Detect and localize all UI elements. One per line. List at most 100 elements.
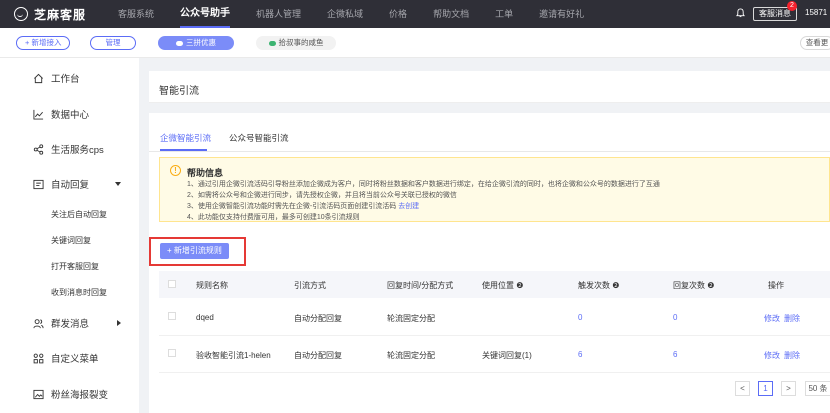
- delete-link[interactable]: 删除: [784, 350, 800, 361]
- trigger-count: 0: [578, 313, 583, 322]
- help-title: 帮助信息: [187, 168, 224, 178]
- table-row: 验收智能引流1-helen 自动分配回复 轮流固定分配 关键词回复(1) 6 6…: [159, 336, 830, 373]
- brand[interactable]: 芝麻客服: [14, 6, 118, 23]
- table-row: dqed 自动分配回复 轮流固定分配 0 0 修改 删除: [159, 299, 830, 336]
- tab-wecom-traffic[interactable]: 企微智能引流: [160, 132, 211, 144]
- column-header: 规则名称: [196, 281, 228, 290]
- reply-time: 轮流固定分配: [387, 351, 435, 360]
- sidebar-item-label: 自动回复: [51, 180, 90, 191]
- account-tab-active[interactable]: 三拼优惠: [158, 36, 234, 50]
- next-page-button[interactable]: >: [781, 381, 796, 396]
- wechat-icon: [176, 40, 183, 46]
- users-icon: [33, 318, 44, 328]
- content-panel: 企微智能引流 公众号智能引流 ! 帮助信息 1、通过引用企微引流活码引导粉丝添加…: [149, 113, 830, 413]
- help-line: 4、此功能仅支持付费版可用，最多可创建10条引流规则: [187, 214, 360, 221]
- sidebar-item-mass-message[interactable]: 群发消息: [0, 313, 139, 333]
- reply-count: 0: [673, 313, 678, 322]
- nav-item-robot[interactable]: 机器人管理: [256, 0, 301, 28]
- page-size-select[interactable]: 50 条: [805, 381, 830, 396]
- view-more-button[interactable]: 查看更: [800, 36, 830, 50]
- sidebar-subitem-keyword-reply[interactable]: 关键词回复: [0, 230, 139, 250]
- tab-official-account-traffic[interactable]: 公众号智能引流: [229, 132, 289, 144]
- page-1-button[interactable]: 1: [758, 381, 773, 396]
- sidebar-item-label: 自定义菜单: [51, 354, 99, 365]
- chevron-down-icon: [115, 182, 121, 186]
- message-count-badge: 2: [787, 1, 797, 11]
- sidebar-item-fan-poster[interactable]: 粉丝海报裂变: [0, 384, 139, 404]
- logo-icon: [14, 7, 28, 21]
- wechat-icon: [268, 40, 276, 46]
- account-name: 三拼优惠: [186, 38, 216, 47]
- image-icon: [33, 389, 44, 399]
- add-rule-button[interactable]: + 新增引流规则: [160, 243, 229, 259]
- nav-item-official-account[interactable]: 公众号助手: [180, 0, 231, 28]
- sidebar-item-custom-menu[interactable]: 自定义菜单: [0, 348, 139, 368]
- sidebar-item-auto-reply[interactable]: 自动回复: [0, 174, 139, 194]
- help-info-box: ! 帮助信息 1、通过引用企微引流活码引导粉丝添加企微成为客户，同时将粉丝数据和…: [159, 157, 830, 222]
- sidebar-subitem-label: 打开客服回复: [51, 261, 99, 271]
- nav-item-customer-service[interactable]: 客服系统: [118, 0, 154, 28]
- sidebar-item-label: 粉丝海报裂变: [51, 390, 109, 401]
- column-header: 触发次数 ❷: [578, 281, 620, 290]
- column-header: 回复时间/分配方式: [387, 281, 454, 290]
- account-name: 拾叔事的咸鱼: [278, 38, 324, 47]
- chevron-right-icon: [117, 320, 121, 326]
- sidebar-subitem-label: 关键词回复: [51, 235, 91, 245]
- column-header: 回复次数 ❷: [673, 281, 715, 290]
- account-tab[interactable]: 拾叔事的咸鱼: [256, 36, 336, 50]
- sidebar-subitem-message-reply[interactable]: 收到消息时回复: [0, 282, 139, 302]
- sidebar-item-label: 数据中心: [51, 110, 90, 121]
- use-position: 关键词回复(1): [482, 351, 532, 360]
- edit-link[interactable]: 修改: [764, 313, 780, 324]
- message-icon: [33, 179, 44, 189]
- traffic-method: 自动分配回复: [294, 314, 342, 323]
- row-checkbox[interactable]: [168, 349, 176, 357]
- select-all-checkbox[interactable]: [168, 280, 176, 288]
- sidebar-item-label: 工作台: [51, 74, 80, 85]
- active-tab-indicator: [160, 149, 207, 151]
- column-header: 操作: [768, 281, 784, 290]
- traffic-method: 自动分配回复: [294, 351, 342, 360]
- tabs-divider: [149, 151, 830, 152]
- nav-item-wecom[interactable]: 企微私域: [327, 0, 363, 28]
- sidebar-subitem-open-service-reply[interactable]: 打开客服回复: [0, 256, 139, 276]
- sidebar-item-data-center[interactable]: 数据中心: [0, 104, 139, 124]
- page-header: 智能引流: [149, 71, 830, 103]
- trigger-count: 6: [578, 350, 583, 359]
- manage-button[interactable]: 管理: [90, 36, 136, 50]
- reply-time: 轮流固定分配: [387, 314, 435, 323]
- rule-name: 验收智能引流1-helen: [196, 351, 271, 360]
- table-header: 规则名称 引流方式 回复时间/分配方式 使用位置 ❷ 触发次数 ❷ 回复次数 ❷…: [159, 271, 830, 298]
- brand-name: 芝麻客服: [34, 7, 87, 22]
- help-line: 1、通过引用企微引流活码引导粉丝添加企微成为客户，同时将粉丝数据和客户数据进行绑…: [187, 181, 660, 188]
- sidebar-item-label: 群发消息: [51, 319, 90, 330]
- row-checkbox[interactable]: [168, 312, 176, 320]
- sidebar-subitem-label: 关注后自动回复: [51, 209, 107, 219]
- bell-icon[interactable]: [736, 8, 745, 18]
- delete-link[interactable]: 删除: [784, 313, 800, 324]
- sidebar-item-workbench[interactable]: 工作台: [0, 68, 139, 88]
- share-icon: [33, 143, 44, 155]
- column-header: 引流方式: [294, 281, 326, 290]
- create-link[interactable]: 去创建: [398, 203, 419, 210]
- help-line-text: 3、使用企微智能引流功能时需先在企微-引流活码页面创建引流活码: [187, 203, 397, 210]
- help-line: 2、如需将公众号和企微进行同步，请先授权企微，并且将当前公众号关联已授权的微信: [187, 192, 457, 199]
- edit-link[interactable]: 修改: [764, 350, 780, 361]
- page-title: 智能引流: [159, 86, 199, 97]
- nav-item-ticket[interactable]: 工单: [495, 0, 513, 28]
- help-line: 3、使用企微智能引流功能时需先在企微-引流活码页面创建引流活码 去创建: [187, 201, 419, 211]
- account-toolbar: + 新增接入 管理 三拼优惠 拾叔事的咸鱼 查看更: [0, 28, 830, 58]
- sidebar-subitem-label: 收到消息时回复: [51, 287, 107, 297]
- prev-page-button[interactable]: <: [735, 381, 750, 396]
- nav-item-invite[interactable]: 邀请有好礼: [539, 0, 584, 28]
- sidebar-item-label: 生活服务cps: [51, 145, 104, 156]
- rule-name: dqed: [196, 313, 214, 322]
- sidebar-item-life-cps[interactable]: 生活服务cps: [0, 139, 139, 159]
- nav-item-price[interactable]: 价格: [389, 0, 407, 28]
- reply-count: 6: [673, 350, 678, 359]
- add-access-button[interactable]: + 新增接入: [16, 36, 70, 50]
- grid-icon: [33, 353, 44, 363]
- nav-item-help-docs[interactable]: 帮助文档: [433, 0, 469, 28]
- user-account[interactable]: 15871: [805, 8, 827, 17]
- sidebar-subitem-follow-reply[interactable]: 关注后自动回复: [0, 204, 139, 224]
